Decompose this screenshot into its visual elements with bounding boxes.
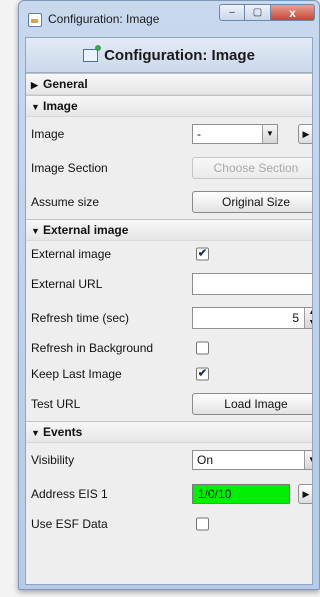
refresh-time-row: Refresh time (sec) 5 ▲▼ <box>26 301 312 335</box>
address-value: 1/0/10 <box>198 487 232 501</box>
image-select[interactable]: - ▼ <box>192 124 278 144</box>
collapsed-arrow-icon: ▶ <box>31 80 38 90</box>
keep-last-row: Keep Last Image ✔ <box>26 361 312 387</box>
address-row: Address EIS 1 1/0/10 ▶ <box>26 477 312 511</box>
use-esf-label: Use ESF Data <box>31 517 108 531</box>
check-icon: ✔ <box>197 367 208 380</box>
image-label: Image <box>31 127 65 141</box>
refresh-bg-row: Refresh in Background <box>26 335 312 361</box>
spinner-arrows-icon[interactable]: ▲▼ <box>304 308 312 328</box>
config-panel: Configuration: Image ▶ General ▼ Image Ima… <box>25 37 313 585</box>
visibility-label: Visibility <box>31 453 75 467</box>
section-general-header[interactable]: ▶ General <box>26 73 312 95</box>
image-nav-button[interactable]: ▶ <box>298 124 312 144</box>
arrow-right-icon: ▶ <box>302 129 310 139</box>
dropdown-arrow-icon[interactable]: ▼ <box>304 451 312 469</box>
external-image-row: External image ✔ <box>26 241 312 267</box>
test-url-row: Test URL Load Image <box>26 387 312 421</box>
check-icon: ✔ <box>197 247 208 260</box>
choose-section-button[interactable]: Choose Section <box>192 157 312 179</box>
title-bar[interactable]: Configuration: Image – ▢ x <box>19 1 319 35</box>
section-external-label: External image <box>43 223 129 237</box>
config-icon <box>83 44 102 62</box>
external-image-checkbox[interactable]: ✔ <box>196 247 209 261</box>
section-general-label: General <box>43 77 88 91</box>
window-controls: – ▢ x <box>219 4 315 21</box>
app-icon <box>28 13 42 27</box>
keep-last-label: Keep Last Image <box>31 367 122 381</box>
minimize-button[interactable]: – <box>219 4 245 21</box>
section-events-label: Events <box>43 425 83 439</box>
window-title: Configuration: Image <box>48 12 160 26</box>
load-image-button[interactable]: Load Image <box>192 393 312 415</box>
dropdown-arrow-icon[interactable]: ▼ <box>262 125 277 143</box>
address-label: Address EIS 1 <box>31 487 108 501</box>
expanded-arrow-icon: ▼ <box>31 428 40 438</box>
address-input[interactable]: 1/0/10 <box>192 484 290 504</box>
section-events-header[interactable]: ▼ Events <box>26 421 312 443</box>
spin-down-icon[interactable]: ▼ <box>309 319 312 326</box>
visibility-value: On <box>197 453 214 467</box>
assume-size-row: Assume size Original Size <box>26 185 312 219</box>
assume-size-label: Assume size <box>31 195 100 209</box>
refresh-time-value: 5 <box>292 311 299 325</box>
section-image-header[interactable]: ▼ Image <box>26 95 312 117</box>
image-section-label: Image Section <box>31 161 108 175</box>
close-button[interactable]: x <box>271 4 315 21</box>
expanded-arrow-icon: ▼ <box>31 102 40 112</box>
refresh-time-spinner[interactable]: 5 ▲▼ <box>192 307 312 329</box>
panel-title: Configuration: Image <box>104 46 255 64</box>
expanded-arrow-icon: ▼ <box>31 226 40 236</box>
refresh-bg-label: Refresh in Background <box>31 341 154 355</box>
external-url-input[interactable] <box>192 273 312 295</box>
external-url-row: External URL <box>26 267 312 301</box>
section-image-label: Image <box>43 99 78 113</box>
panel-header: Configuration: Image <box>26 38 312 73</box>
visibility-row: Visibility On ▼ <box>26 443 312 477</box>
image-row: Image - ▼ ▶ <box>26 117 312 151</box>
image-select-value: - <box>197 127 201 141</box>
original-size-button[interactable]: Original Size <box>192 191 312 213</box>
arrow-right-icon: ▶ <box>302 489 310 499</box>
refresh-time-label: Refresh time (sec) <box>31 311 130 325</box>
image-section-row: Image Section Choose Section <box>26 151 312 185</box>
maximize-button[interactable]: ▢ <box>245 4 271 21</box>
address-nav-button[interactable]: ▶ <box>298 484 312 504</box>
config-window: Configuration: Image – ▢ x Configuration… <box>18 0 320 590</box>
refresh-bg-checkbox[interactable] <box>196 341 209 355</box>
visibility-select[interactable]: On ▼ <box>192 450 312 470</box>
spin-up-icon[interactable]: ▲ <box>309 309 312 316</box>
use-esf-row: Use ESF Data <box>26 511 312 537</box>
use-esf-checkbox[interactable] <box>196 517 209 531</box>
external-url-label: External URL <box>31 277 103 291</box>
test-url-label: Test URL <box>31 397 81 411</box>
keep-last-checkbox[interactable]: ✔ <box>196 367 209 381</box>
external-image-label: External image <box>31 247 112 261</box>
section-external-header[interactable]: ▼ External image <box>26 219 312 241</box>
